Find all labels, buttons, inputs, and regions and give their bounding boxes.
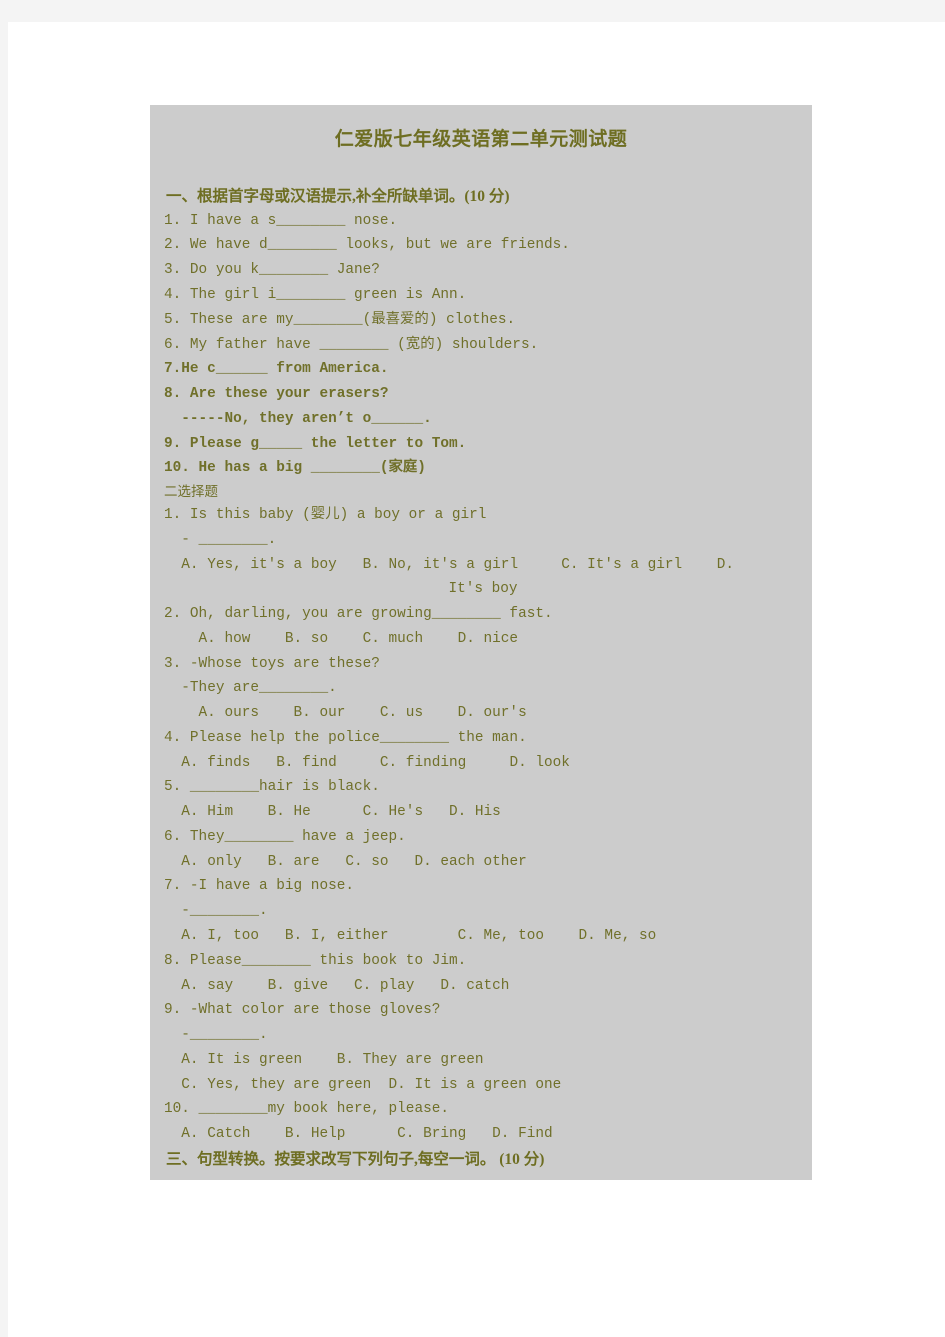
mc-question: 4. Please help the police________ the ma… xyxy=(164,726,802,776)
mc-question: 6. They________ have a jeep. A. only B. … xyxy=(164,825,802,875)
mc-question: 1. Is this baby (婴儿) a boy or a girl - _… xyxy=(164,503,802,602)
mc-question: 5. ________hair is black. A. Him B. He C… xyxy=(164,775,802,825)
mc-question-stem: 4. Please help the police________ the ma… xyxy=(164,729,527,746)
mc-option-line: A. ours B. our C. us D. our's xyxy=(164,705,527,722)
mc-question-stem: 8. Please________ this book to Jim. xyxy=(164,952,467,969)
section-two-heading: 二选择题 xyxy=(164,484,218,500)
mc-question: 10. ________my book here, please. A. Cat… xyxy=(164,1097,802,1147)
fill-in-item: -----No, they aren’t o______. xyxy=(164,410,432,427)
exam-body: 一、根据首字母或汉语提示,补全所缺单词。(10 分) 1. I have a s… xyxy=(150,184,812,1180)
mc-option-line: A. say B. give C. play D. catch xyxy=(164,977,510,994)
mc-option-line: - ________. xyxy=(164,531,277,548)
fill-in-item: 5. These are my________(最喜爱的) clothes. xyxy=(164,311,516,328)
mc-question-stem: 9. -What color are those gloves? xyxy=(164,1002,441,1019)
mc-option-line: A. Yes, it's a boy B. No, it's a girl C.… xyxy=(164,556,734,573)
mc-option-line: -________. xyxy=(164,1027,268,1044)
exam-content-block: 仁爱版七年级英语第二单元测试题 一、根据首字母或汉语提示,补全所缺单词。(10 … xyxy=(150,105,812,1180)
mc-option-line: A. only B. are C. so D. each other xyxy=(164,853,527,870)
mc-question-stem: 3. -Whose toys are these? xyxy=(164,655,380,672)
paper-sheet: 仁爱版七年级英语第二单元测试题 一、根据首字母或汉语提示,补全所缺单词。(10 … xyxy=(8,22,945,1337)
mc-option-line: A. I, too B. I, either C. Me, too D. Me,… xyxy=(164,928,657,944)
mc-question-stem: 6. They________ have a jeep. xyxy=(164,828,406,845)
fill-in-item: 2. We have d________ looks, but we are f… xyxy=(164,237,570,254)
mc-option-line: A. finds B. find C. finding D. look xyxy=(164,754,570,771)
section-three-heading: 三、句型转换。按要求改写下列句子,每空一词。 (10 分) xyxy=(166,1150,545,1168)
mc-option-line: A. Him B. He C. He's D. His xyxy=(164,804,501,821)
mc-option-wrap-line: It's boy xyxy=(448,581,518,598)
mc-question-stem: 10. ________my book here, please. xyxy=(164,1101,449,1118)
mc-question-stem: 7. -I have a big nose. xyxy=(164,878,354,895)
mc-question-stem: 1. Is this baby (婴儿) a boy or a girl xyxy=(164,506,487,523)
mc-question: 7. -I have a big nose. -________. A. I, … xyxy=(164,874,802,948)
fill-in-item: 8. Are these your erasers? xyxy=(164,386,389,403)
section-two-questions: 1. Is this baby (婴儿) a boy or a girl - _… xyxy=(164,503,802,1147)
fill-in-item: 3. Do you k________ Jane? xyxy=(164,262,380,279)
section-one-items: 1. I have a s________ nose. 2. We have d_… xyxy=(164,209,802,481)
section-one-heading: 一、根据首字母或汉语提示,补全所缺单词。(10 分) xyxy=(166,187,510,205)
fill-in-item: 1. I have a s________ nose. xyxy=(164,212,398,229)
fill-in-item: 7.He c______ from America. xyxy=(164,361,389,378)
title-spacer xyxy=(150,158,812,184)
mc-question-stem: 5. ________hair is black. xyxy=(164,779,380,796)
page-title: 仁爱版七年级英语第二单元测试题 xyxy=(334,129,628,150)
mc-question: 3. -Whose toys are these? -They are_____… xyxy=(164,652,802,726)
fill-in-item: 4. The girl i________ green is Ann. xyxy=(164,287,467,303)
mc-option-line: -They are________. xyxy=(164,680,337,697)
mc-question: 2. Oh, darling, you are growing________ … xyxy=(164,602,802,652)
mc-question: 9. -What color are those gloves? -______… xyxy=(164,998,802,1097)
mc-option-line: C. Yes, they are green D. It is a green … xyxy=(164,1076,562,1093)
mc-option-line: A. It is green B. They are green xyxy=(164,1051,484,1068)
mc-option-line: A. Catch B. Help C. Bring D. Find xyxy=(164,1126,553,1143)
fill-in-item: 10. He has a big ________(家庭) xyxy=(164,460,426,477)
mc-question-stem: 2. Oh, darling, you are growing________ … xyxy=(164,606,553,623)
mc-option-line: A. how B. so C. much D. nice xyxy=(164,630,519,647)
fill-in-item: 9. Please g_____ the letter to Tom. xyxy=(164,435,467,452)
mc-option-line: -________. xyxy=(164,903,268,920)
mc-question: 8. Please________ this book to Jim. A. s… xyxy=(164,949,802,999)
fill-in-item: 6. My father have ________ (宽的) shoulder… xyxy=(164,336,539,353)
